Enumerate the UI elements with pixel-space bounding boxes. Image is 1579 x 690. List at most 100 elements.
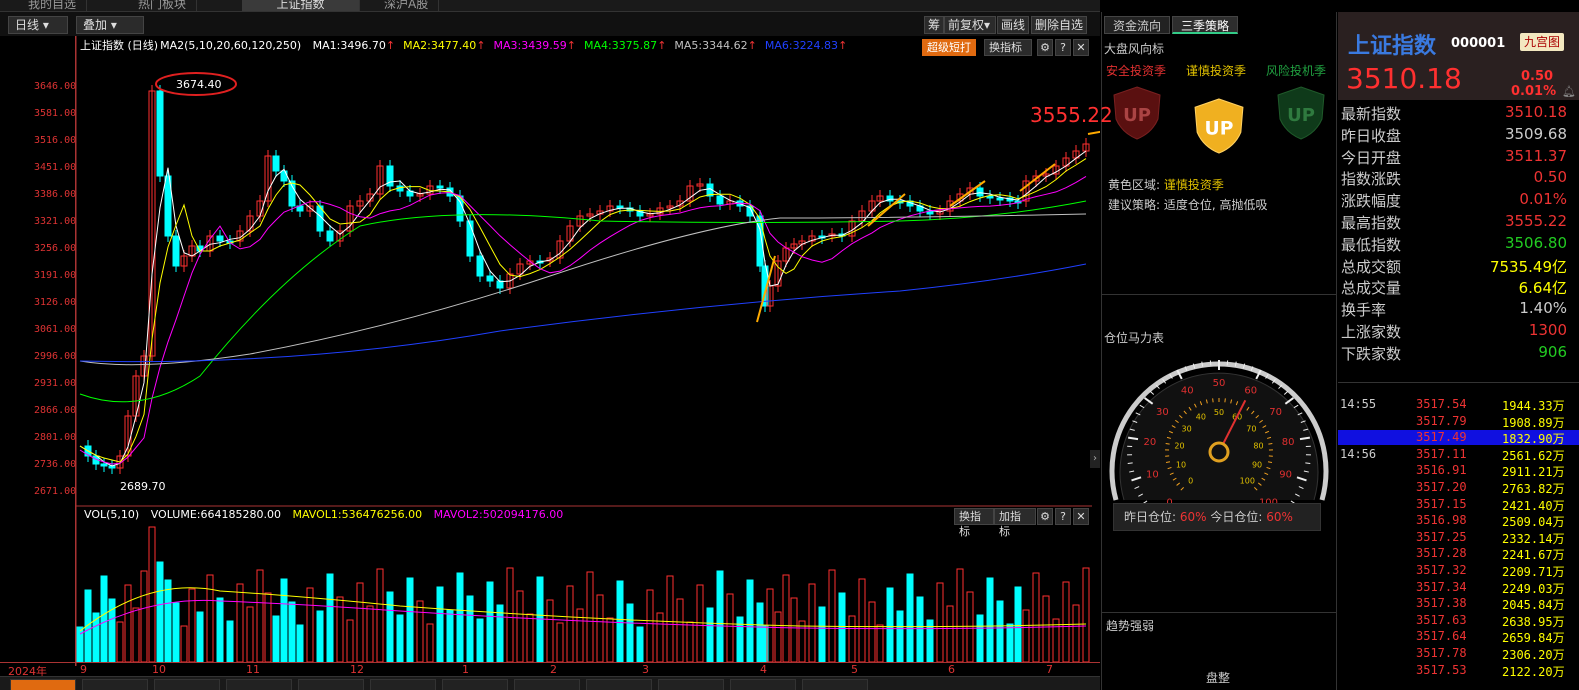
candle-body [466, 220, 474, 257]
bottom-tab[interactable] [730, 679, 796, 690]
tab-hot-sectors[interactable]: 热门板块 [128, 0, 198, 11]
remove-watchlist-button[interactable]: 删除自选 [1031, 16, 1087, 34]
tick-amount: 2509.04万 [1502, 515, 1565, 530]
nine-grid-button[interactable]: 九宫图 [1520, 33, 1565, 51]
tab-three-season[interactable]: 三季策略 [1172, 16, 1239, 34]
gauge-tick [1283, 390, 1289, 395]
tick-row[interactable]: 3516.98 2509.04万 [1338, 513, 1579, 530]
svg-text:UP: UP [1205, 118, 1234, 139]
period-label: 日线 [15, 18, 40, 32]
bottom-tab[interactable] [298, 679, 364, 690]
stat-label: 上涨家数 [1341, 323, 1402, 341]
volume-bar [782, 574, 790, 663]
bottom-tab[interactable] [82, 679, 148, 690]
ma-line [79, 150, 1087, 467]
gauge-inner-label: 80 [1253, 442, 1263, 451]
volume-bar [436, 586, 444, 663]
tick-row[interactable]: 3517.28 2241.67万 [1338, 546, 1579, 562]
tick-row[interactable]: 3517.25 2332.14万 [1338, 530, 1579, 546]
close-icon[interactable]: ✕ [1073, 508, 1089, 525]
volume-bar [716, 570, 724, 663]
bottom-tab[interactable] [658, 679, 724, 690]
volume-bar [798, 620, 806, 663]
volume-bar [1014, 586, 1022, 663]
adjust-dropdown[interactable]: 前复权▾ [944, 16, 996, 34]
bottom-tab[interactable] [514, 679, 580, 690]
vol-add-indicator-button[interactable]: 加指标 [994, 508, 1036, 538]
tick-row[interactable]: 3517.34 2249.03万 [1338, 580, 1579, 596]
stat-row: 涨跌幅度 0.01% [1341, 190, 1579, 212]
tick-row[interactable]: 3517.53 2122.20万 [1338, 663, 1579, 679]
tick-row[interactable]: 3516.91 2911.21万 [1338, 463, 1579, 479]
draw-line-button[interactable]: 画线 [997, 16, 1029, 34]
tab-shanghai-index[interactable]: 上证指数 [242, 0, 360, 11]
gauge-inner-label: 20 [1174, 442, 1184, 451]
tick-row[interactable]: 3517.64 2659.84万 [1338, 629, 1579, 645]
index-header: 上证指数 000001 九宫图 3510.18 0.50 0.01% 🔔︎ [1338, 12, 1579, 100]
volume-bar [706, 607, 714, 663]
volume-bar [272, 615, 280, 663]
volume-bar [586, 571, 594, 663]
volume-bar [1072, 604, 1080, 663]
tick-row[interactable]: 3517.78 2306.20万 [1338, 646, 1579, 662]
tick-row[interactable]: 3517.38 2045.84万 [1338, 596, 1579, 612]
tick-price: 3516.98 [1416, 513, 1467, 528]
tick-price: 3517.64 [1416, 629, 1467, 644]
stat-row: 今日开盘 3511.37 [1341, 147, 1579, 169]
bell-icon[interactable]: 🔔︎ [1562, 85, 1576, 98]
tick-row[interactable]: 3517.49 1832.90万 [1338, 430, 1579, 446]
season-safe-label: 安全投资季 [1106, 64, 1167, 78]
price-chart[interactable]: 3674.40 2689.70 [0, 36, 1100, 666]
volume-bar [180, 625, 188, 663]
volume-bar [726, 593, 734, 663]
bottom-tab[interactable] [10, 679, 76, 690]
period-dropdown[interactable]: 日线 ▾ [8, 16, 68, 34]
bottom-tab[interactable] [226, 679, 292, 690]
stat-label: 指数涨跌 [1341, 170, 1402, 189]
time-axis: 2024年 9 10 11 12 1 2 3 4 5 6 7 [0, 662, 1100, 678]
volume-bar [838, 592, 846, 663]
overlay-dropdown[interactable]: 叠加 ▾ [76, 16, 144, 34]
volume-bar [946, 605, 954, 663]
trend-status: 盘整 [1206, 671, 1231, 685]
gauge-label: 30 [1156, 407, 1169, 418]
vane-title: 大盘风向标 [1104, 42, 1165, 56]
tick-row[interactable]: 3517.20 2763.82万 [1338, 480, 1579, 496]
tick-row[interactable]: 3517.32 2209.71万 [1338, 563, 1579, 579]
stat-label: 总成交量 [1341, 279, 1402, 298]
tick-row[interactable]: 14:56 3517.11 2561.62万 [1338, 446, 1579, 463]
tab-fund-flow[interactable]: 资金流向 [1104, 16, 1171, 34]
gauge-tick [1149, 390, 1155, 395]
volume-bar [886, 587, 894, 663]
volume-bar [696, 584, 704, 663]
candle-body [716, 195, 724, 205]
gear-icon[interactable]: ⚙ [1037, 508, 1053, 525]
tick-price: 3517.11 [1416, 446, 1467, 461]
volume-bar [246, 606, 254, 663]
bottom-tab[interactable] [802, 679, 868, 690]
tab-a-shares[interactable]: 深沪A股 [374, 0, 440, 11]
bottom-tab[interactable] [370, 679, 436, 690]
volume-bar [316, 610, 324, 663]
gauge-tick [1139, 404, 1145, 409]
tick-row[interactable]: 3517.63 2638.95万 [1338, 613, 1579, 629]
vol-mavol1: MAVOL1:536476256.00 [292, 508, 423, 521]
bottom-tab[interactable] [442, 679, 508, 690]
stat-label: 下跌家数 [1341, 344, 1402, 363]
vol-switch-indicator-button[interactable]: 换指标 [954, 508, 994, 538]
bottom-tab[interactable] [154, 679, 220, 690]
candle-body [436, 185, 444, 189]
help-icon[interactable]: ? [1055, 508, 1071, 525]
bottom-tab[interactable] [586, 679, 652, 690]
tick-row[interactable]: 14:55 3517.54 1944.33万 [1338, 397, 1579, 413]
chip-button[interactable]: 筹 [924, 16, 944, 34]
tick-price: 3517.49 [1416, 430, 1467, 445]
collapse-panel-icon[interactable]: › [1090, 450, 1100, 468]
tick-row[interactable]: 3517.15 2421.40万 [1338, 497, 1579, 513]
tab-watchlist[interactable]: 我的自选 [18, 0, 88, 11]
shield-icon: UP [1194, 98, 1244, 154]
volume-bar [76, 626, 84, 663]
stat-label: 最低指数 [1341, 235, 1402, 254]
vol-title: VOL(5,10) [84, 508, 140, 521]
tick-row[interactable]: 3517.79 1908.89万 [1338, 414, 1579, 430]
